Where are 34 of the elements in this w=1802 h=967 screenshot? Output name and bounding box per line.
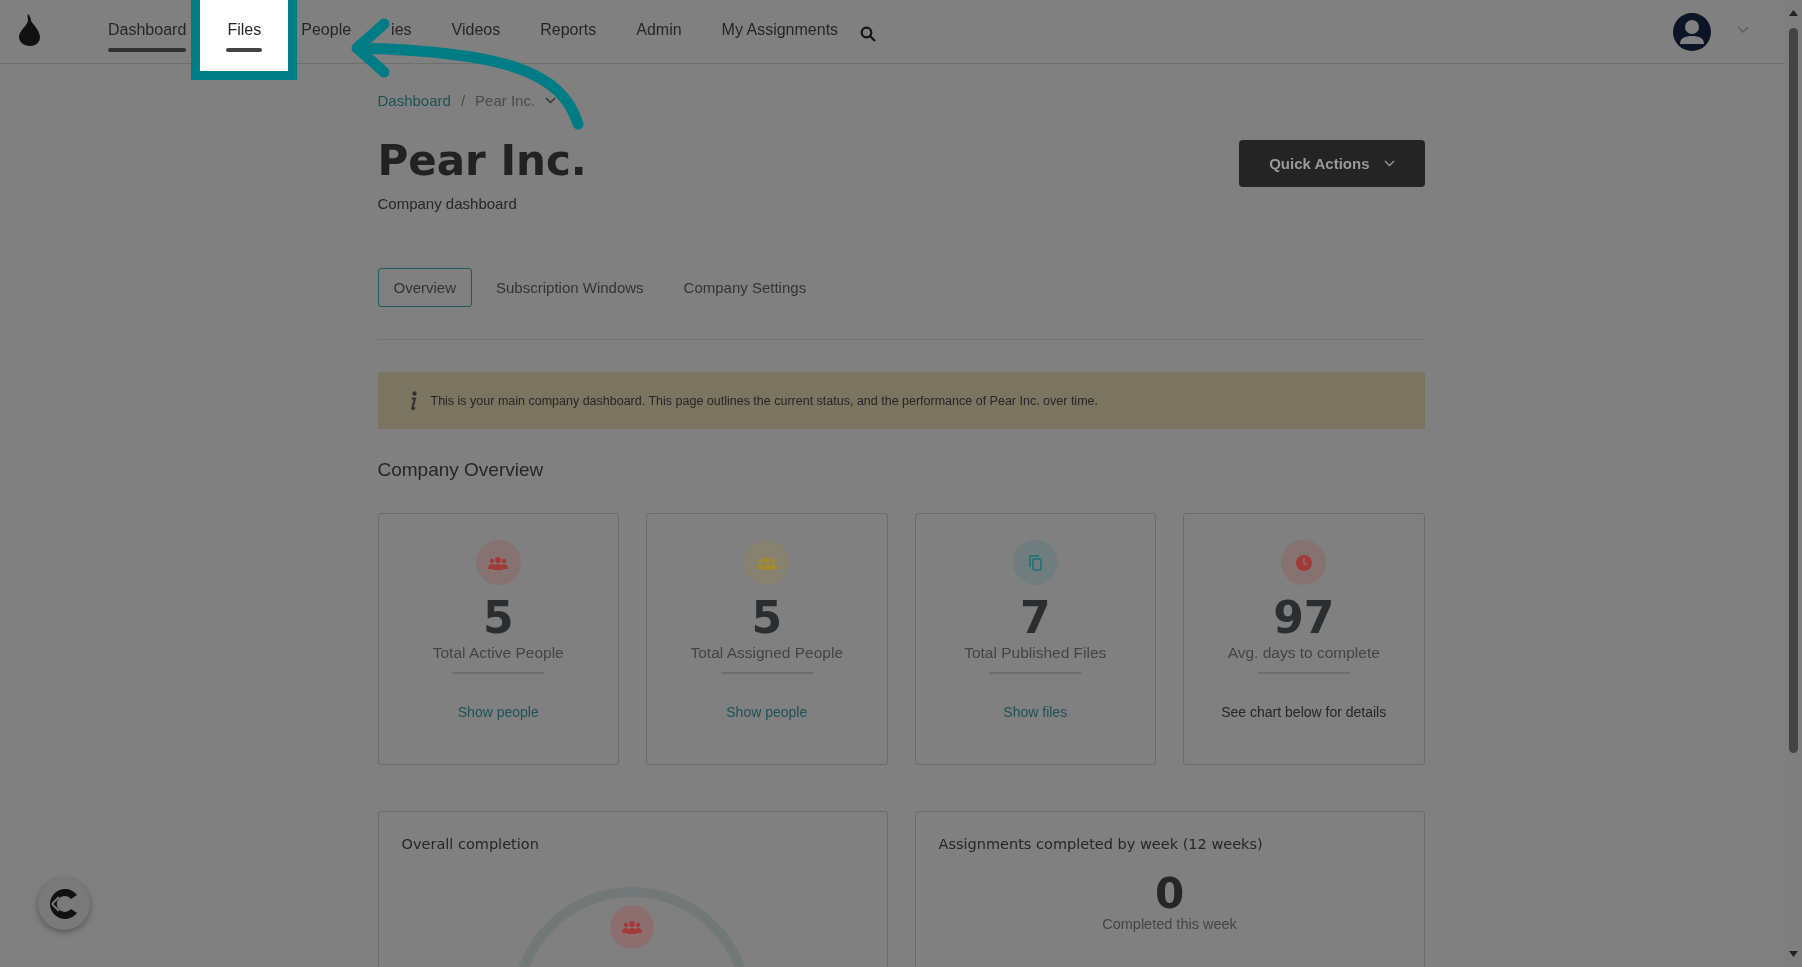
- stat-label: Total Published Files: [964, 644, 1107, 663]
- info-text: This is your main company dashboard. This page outlines the current status, and the performance of Pear Inc. over time.: [430, 393, 1098, 408]
- page-subtitle: Company dashboard: [377, 195, 518, 212]
- stat-label: Total Active People: [432, 644, 564, 663]
- breadcrumb-separator: /: [460, 91, 466, 109]
- stat-label: Avg. days to complete: [1227, 644, 1380, 663]
- stat-label: Total Assigned People: [690, 644, 843, 663]
- nav-item[interactable]: Admin: [636, 21, 682, 39]
- tab[interactable]: Company Settings: [667, 268, 823, 307]
- stat-value: 7: [1019, 594, 1051, 643]
- card-note: See chart below for details: [1221, 704, 1387, 721]
- page-title: Pear Inc.: [377, 136, 587, 185]
- stat-caption: Completed this week: [1102, 916, 1237, 933]
- nav-item[interactable]: Files: [191, 0, 298, 80]
- panel-title: Assignments completed by week (12 weeks): [938, 836, 1264, 852]
- stat-value: 97: [1273, 594, 1335, 643]
- panel-title: Overall completion: [401, 836, 540, 852]
- card-link[interactable]: Show people: [457, 704, 539, 721]
- nav-item[interactable]: Dashboard: [108, 21, 187, 52]
- tab[interactable]: Subscription Windows: [480, 268, 660, 307]
- card-link[interactable]: Show files: [1003, 704, 1068, 721]
- tab[interactable]: Overview: [377, 268, 472, 307]
- nav-item[interactable]: Videos: [451, 21, 501, 39]
- section-title: Company Overview: [377, 459, 545, 481]
- stat-value: 5: [751, 594, 783, 643]
- nav-item[interactable]: My Assignments: [721, 21, 839, 39]
- nav-item[interactable]: People: [301, 21, 352, 39]
- nav-item[interactable]: ies: [391, 21, 412, 39]
- stat-value: 5: [482, 594, 514, 643]
- card-link[interactable]: Show people: [726, 704, 808, 721]
- nav-item[interactable]: Reports: [540, 21, 597, 39]
- quick-actions-button[interactable]: Quick Actions: [1239, 140, 1425, 187]
- stat-value: 0: [1154, 872, 1185, 917]
- breadcrumb-link[interactable]: Dashboard: [377, 91, 451, 109]
